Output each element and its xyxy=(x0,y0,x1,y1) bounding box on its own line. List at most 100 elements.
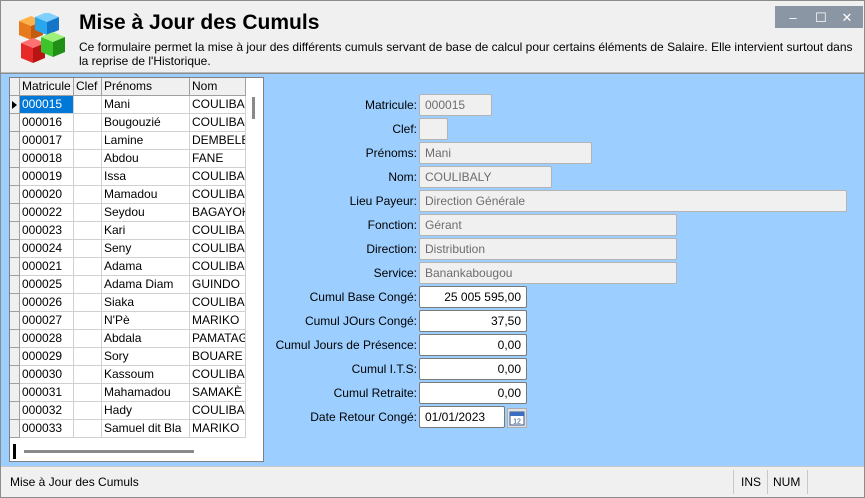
column-header-clef[interactable]: Clef xyxy=(74,78,102,96)
table-row[interactable]: 000033 Samuel dit Bla MARIKO xyxy=(10,420,246,438)
cell-prenoms[interactable]: Seydou xyxy=(102,204,190,222)
cumul-jours-conge-field[interactable]: 37,50 xyxy=(419,310,527,332)
column-header-nom[interactable]: Nom xyxy=(190,78,246,96)
cell-matricule[interactable]: 000031 xyxy=(20,384,74,402)
maximize-button[interactable]: ☐ xyxy=(811,10,831,26)
cell-clef[interactable] xyxy=(74,114,102,132)
employee-grid[interactable]: Matricule Clef Prénoms Nom 000015 Mani COU… xyxy=(9,77,264,462)
row-selector[interactable] xyxy=(10,240,20,258)
scrollbar-thumb[interactable] xyxy=(24,450,194,453)
table-row[interactable]: 000019 Issa COULIBA xyxy=(10,168,246,186)
prenoms-field[interactable]: Mani xyxy=(419,142,592,164)
column-header-matricule[interactable]: Matricule xyxy=(20,78,74,96)
row-selector[interactable] xyxy=(10,276,20,294)
cell-prenoms[interactable]: Lamine xyxy=(102,132,190,150)
row-selector[interactable] xyxy=(10,420,20,438)
close-button[interactable]: ✕ xyxy=(837,10,857,26)
matricule-field[interactable]: 000015 xyxy=(419,94,492,116)
cell-matricule[interactable]: 000032 xyxy=(20,402,74,420)
row-selector[interactable] xyxy=(10,384,20,402)
cell-prenoms[interactable]: Mahamadou xyxy=(102,384,190,402)
table-row[interactable]: 000031 Mahamadou SAMAKÈ xyxy=(10,384,246,402)
cell-matricule[interactable]: 000020 xyxy=(20,186,74,204)
cell-matricule[interactable]: 000029 xyxy=(20,348,74,366)
cell-matricule[interactable]: 000023 xyxy=(20,222,74,240)
direction-field[interactable]: Distribution xyxy=(419,238,677,260)
cell-matricule[interactable]: 000027 xyxy=(20,312,74,330)
cumul-its-field[interactable]: 0,00 xyxy=(419,358,527,380)
cell-clef[interactable] xyxy=(74,168,102,186)
row-selector[interactable] xyxy=(10,222,20,240)
cell-prenoms[interactable]: Mani xyxy=(102,96,190,114)
cell-clef[interactable] xyxy=(74,276,102,294)
cell-clef[interactable] xyxy=(74,330,102,348)
service-field[interactable]: Banankabougou xyxy=(419,262,677,284)
table-row[interactable]: 000021 Adama COULIBA xyxy=(10,258,246,276)
cumul-base-conge-field[interactable]: 25 005 595,00 xyxy=(419,286,527,308)
cell-clef[interactable] xyxy=(74,420,102,438)
date-retour-conge-field[interactable]: 01/01/2023 xyxy=(419,406,505,428)
cell-matricule[interactable]: 000033 xyxy=(20,420,74,438)
cell-matricule[interactable]: 000016 xyxy=(20,114,74,132)
cell-clef[interactable] xyxy=(74,384,102,402)
cell-matricule[interactable]: 000024 xyxy=(20,240,74,258)
table-row[interactable]: 000017 Lamine DEMBELE xyxy=(10,132,246,150)
cell-prenoms[interactable]: Issa xyxy=(102,168,190,186)
cell-prenoms[interactable]: Hady xyxy=(102,402,190,420)
cell-clef[interactable] xyxy=(74,348,102,366)
row-selector[interactable] xyxy=(10,402,20,420)
row-selector[interactable] xyxy=(10,168,20,186)
row-selector[interactable] xyxy=(10,348,20,366)
table-row[interactable]: 000028 Abdala PAMATAG xyxy=(10,330,246,348)
cell-matricule[interactable]: 000025 xyxy=(20,276,74,294)
cell-prenoms[interactable]: Samuel dit Bla xyxy=(102,420,190,438)
table-row[interactable]: 000024 Seny COULIBA xyxy=(10,240,246,258)
table-row[interactable]: 000026 Siaka COULIBA xyxy=(10,294,246,312)
table-row[interactable]: 000029 Sory BOUARE xyxy=(10,348,246,366)
grid-horizontal-scrollbar[interactable] xyxy=(10,442,246,461)
calendar-button[interactable]: 12 xyxy=(507,408,527,428)
cell-prenoms[interactable]: Adama Diam xyxy=(102,276,190,294)
cell-clef[interactable] xyxy=(74,222,102,240)
row-selector[interactable] xyxy=(10,330,20,348)
cell-clef[interactable] xyxy=(74,366,102,384)
row-selector[interactable] xyxy=(10,366,20,384)
row-selector[interactable] xyxy=(10,294,20,312)
cell-clef[interactable] xyxy=(74,150,102,168)
row-selector[interactable] xyxy=(10,132,20,150)
table-row[interactable]: 000025 Adama Diam GUINDO xyxy=(10,276,246,294)
table-row[interactable]: 000032 Hady COULIBA xyxy=(10,402,246,420)
cell-prenoms[interactable]: Abdou xyxy=(102,150,190,168)
cell-matricule[interactable]: 000021 xyxy=(20,258,74,276)
cell-clef[interactable] xyxy=(74,132,102,150)
fonction-field[interactable]: Gérant xyxy=(419,214,677,236)
column-header-prenoms[interactable]: Prénoms xyxy=(102,78,190,96)
row-selector[interactable] xyxy=(10,258,20,276)
row-selector[interactable] xyxy=(10,96,20,114)
cell-prenoms[interactable]: Abdala xyxy=(102,330,190,348)
cumul-retraite-field[interactable]: 0,00 xyxy=(419,382,527,404)
table-row[interactable]: 000030 Kassoum COULIBA xyxy=(10,366,246,384)
cell-prenoms[interactable]: Adama xyxy=(102,258,190,276)
cell-matricule[interactable]: 000017 xyxy=(20,132,74,150)
cell-matricule[interactable]: 000019 xyxy=(20,168,74,186)
cell-matricule[interactable]: 000028 xyxy=(20,330,74,348)
cell-prenoms[interactable]: Kassoum xyxy=(102,366,190,384)
cell-prenoms[interactable]: Seny xyxy=(102,240,190,258)
cell-clef[interactable] xyxy=(74,186,102,204)
lieu-payeur-field[interactable]: Direction Générale xyxy=(419,190,847,212)
row-selector[interactable] xyxy=(10,186,20,204)
table-row[interactable]: 000018 Abdou FANE xyxy=(10,150,246,168)
cell-clef[interactable] xyxy=(74,294,102,312)
clef-field[interactable] xyxy=(419,118,448,140)
table-row[interactable]: 000016 Bougouzié COULIBA xyxy=(10,114,246,132)
row-selector[interactable] xyxy=(10,312,20,330)
cell-matricule[interactable]: 000026 xyxy=(20,294,74,312)
cell-clef[interactable] xyxy=(74,96,102,114)
row-selector[interactable] xyxy=(10,204,20,222)
table-row[interactable]: 000027 N'Pè MARIKO xyxy=(10,312,246,330)
cell-clef[interactable] xyxy=(74,312,102,330)
row-selector[interactable] xyxy=(10,114,20,132)
cell-matricule[interactable]: 000022 xyxy=(20,204,74,222)
table-row[interactable]: 000020 Mamadou COULIBA xyxy=(10,186,246,204)
